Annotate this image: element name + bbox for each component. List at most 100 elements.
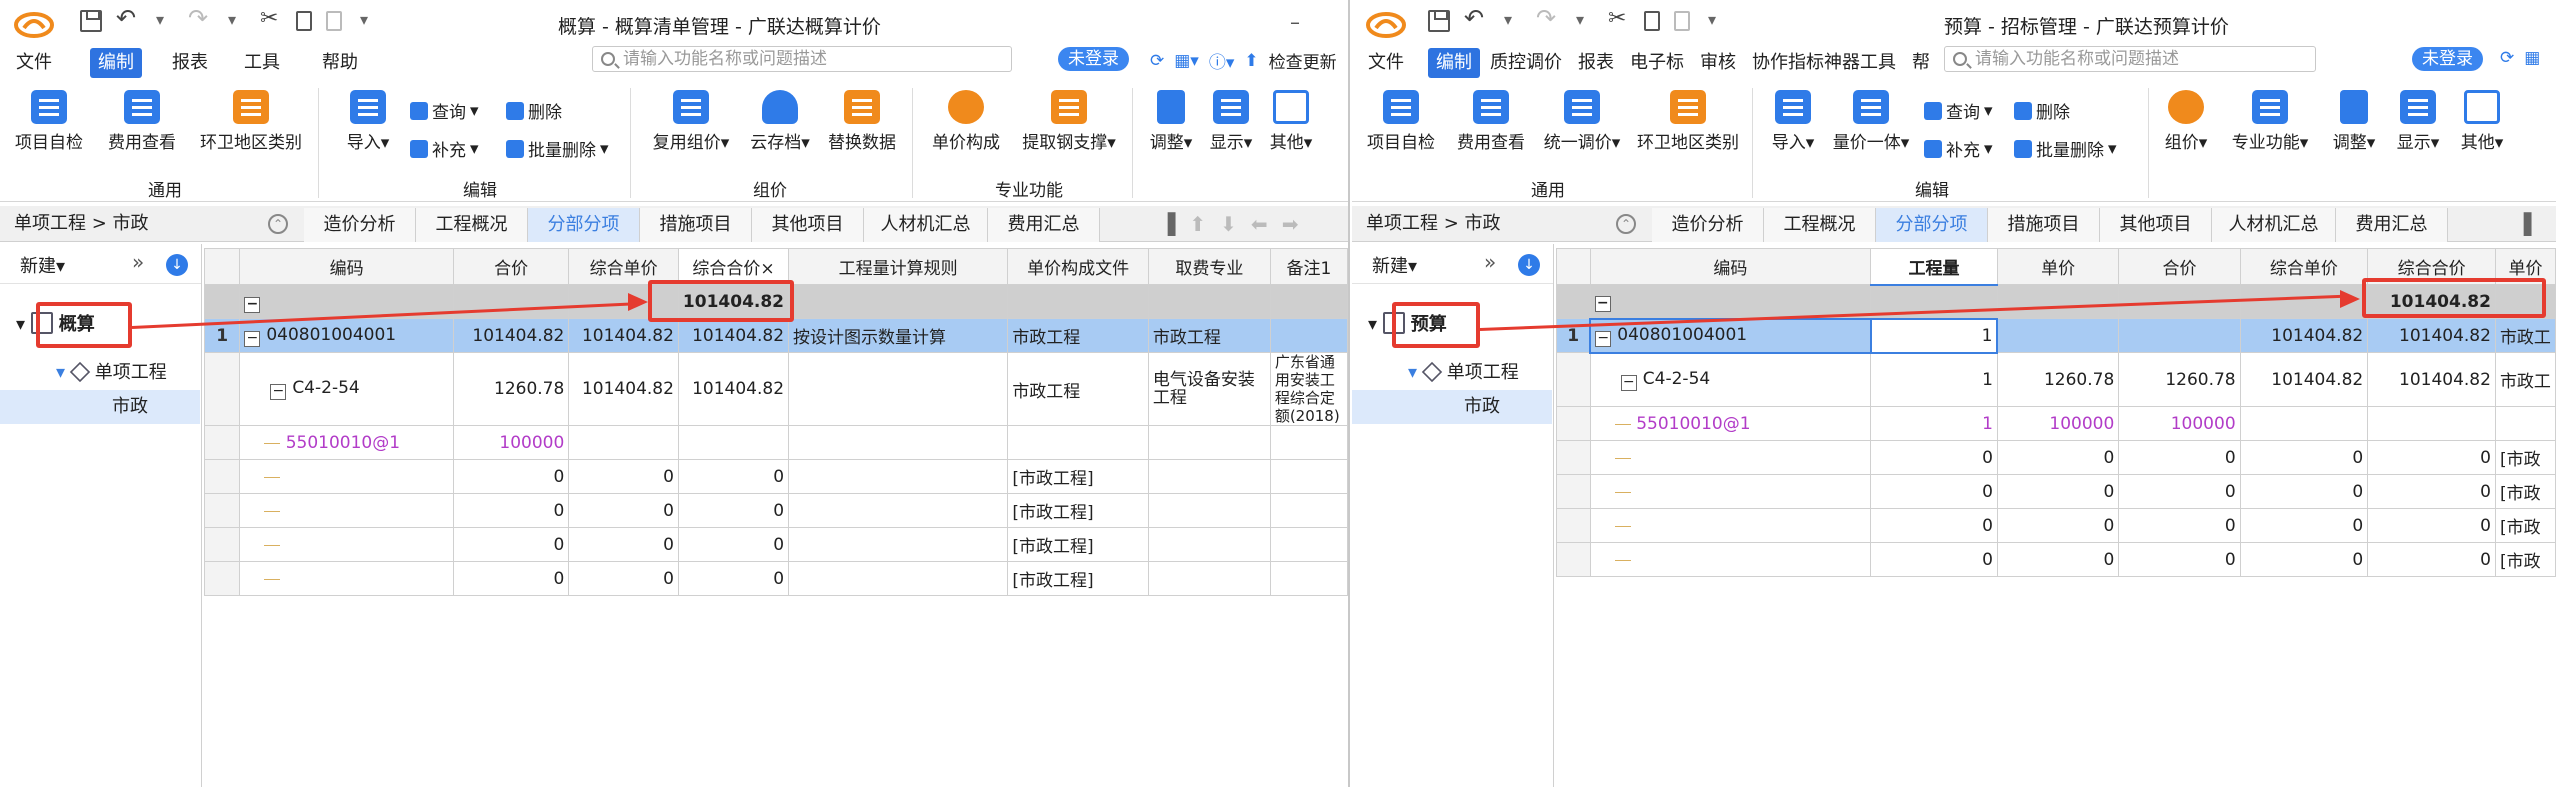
total-cell[interactable]: 101404.82 (453, 318, 570, 353)
customize-icon[interactable] (1704, 10, 1726, 32)
code-cell[interactable]: 55010010@1 (239, 425, 455, 460)
display-button[interactable]: 显示▾ (1206, 90, 1256, 153)
unified-pricing-button[interactable]: 统一调价▾ (1542, 90, 1622, 153)
code-cell[interactable]: − C4-2-54 (239, 352, 455, 426)
tab-sections[interactable]: 分部分项 (528, 208, 640, 242)
unit-file-cell[interactable]: 市政工程 (1007, 318, 1149, 353)
cell[interactable] (677, 425, 790, 460)
code-cell[interactable] (1589, 474, 1872, 509)
comp-total-cell[interactable]: 0 (677, 493, 790, 528)
refresh-icon[interactable]: ⟳ (2500, 48, 2514, 68)
adjust-button[interactable]: 调整▾ (2328, 90, 2380, 153)
expand-icon[interactable]: » (1484, 250, 1496, 274)
cut-icon[interactable] (260, 6, 282, 32)
unit-price-cell[interactable]: 101404.82 (2239, 352, 2369, 407)
rule-cell[interactable] (788, 493, 1009, 528)
quantity-cell[interactable]: 0 (1870, 542, 1998, 577)
tree-node-municipal[interactable]: 市政 (1352, 390, 1552, 424)
unit-file-cell[interactable]: [市政工程] (1007, 527, 1149, 562)
move-right-icon[interactable]: ➡ (1282, 212, 1299, 236)
cell[interactable] (568, 425, 679, 460)
table-row[interactable]: 1 −040801004001 101404.82 101404.82 1014… (203, 318, 1348, 353)
move-down-icon[interactable]: ⬇ (1220, 212, 1237, 236)
tab-other-items[interactable]: 其他项目 (2100, 208, 2212, 242)
total-cell[interactable]: 1260.78 (2118, 352, 2241, 407)
tab-measures[interactable]: 措施项目 (1988, 208, 2100, 242)
code-cell[interactable] (1589, 508, 1872, 543)
info-icon[interactable]: ⓘ▾ (1209, 48, 1235, 73)
menu-help[interactable]: 帮助 (314, 48, 366, 78)
rule-cell[interactable] (788, 352, 1009, 426)
refresh-icon[interactable]: ⟳ (1150, 51, 1164, 71)
login-button[interactable]: 未登录 (2412, 47, 2483, 71)
new-button[interactable]: 新建▾ (20, 252, 65, 278)
menu-file[interactable]: 文件 (1360, 48, 1412, 78)
project-check-button[interactable]: 项目自检 (14, 90, 84, 153)
cell[interactable] (1007, 425, 1149, 460)
cell[interactable] (1269, 561, 1348, 596)
col-unit-price[interactable]: 综合单价 (2239, 248, 2369, 285)
menu-edit[interactable]: 编制 (1428, 48, 1480, 78)
pricing-button[interactable]: 组价▾ (2158, 90, 2214, 153)
save-icon[interactable] (80, 10, 102, 32)
tab-fee-summary[interactable]: 费用汇总 (988, 208, 1100, 242)
unit-file-cell[interactable]: [市政工程] (1007, 561, 1149, 596)
total-cell[interactable]: 0 (2118, 440, 2241, 475)
unit-cell[interactable]: 100000 (1996, 406, 2120, 441)
move-left-icon[interactable]: ⬅ (1251, 212, 1268, 236)
cell[interactable] (1269, 459, 1348, 494)
table-row[interactable]: 0 0 0 [市政工程] (203, 459, 1348, 494)
tab-cost-analysis[interactable]: 造价分析 (1652, 208, 1764, 242)
cell[interactable] (453, 284, 570, 319)
quantity-cell[interactable]: 1 (1870, 352, 1998, 407)
menu-report[interactable]: 报表 (164, 48, 216, 78)
unit-file-cell[interactable]: [市政 (2494, 440, 2556, 475)
code-cell[interactable]: − (1589, 284, 1872, 319)
redo-icon[interactable] (1536, 4, 1558, 32)
undo-icon[interactable] (1464, 4, 1486, 32)
unit-cell[interactable] (1996, 318, 2120, 353)
code-cell[interactable] (1589, 542, 1872, 577)
menu-help[interactable]: 帮助 (1904, 48, 1944, 78)
menu-edit[interactable]: 编制 (90, 48, 142, 78)
unit-price-cell[interactable]: 0 (2239, 440, 2369, 475)
total-cell[interactable]: 0 (453, 493, 570, 528)
collapse-box-icon[interactable]: − (244, 296, 261, 313)
check-update-link[interactable]: 检查更新 (1269, 48, 1337, 73)
tab-materials[interactable]: 人材机汇总 (2212, 208, 2336, 242)
query-button[interactable]: 查询 ▾ (1924, 98, 1993, 123)
unit-cell[interactable]: 0 (1996, 542, 2120, 577)
undo-dropdown-icon[interactable] (152, 10, 174, 32)
display-button[interactable]: 显示▾ (2392, 90, 2444, 153)
tab-fee-summary[interactable]: 费用汇总 (2336, 208, 2448, 242)
code-cell[interactable] (239, 493, 455, 528)
cell[interactable] (788, 284, 1009, 319)
undo-dropdown-icon[interactable] (1500, 10, 1522, 32)
cell[interactable] (1147, 459, 1271, 494)
supplement-button[interactable]: 补充 ▾ (410, 136, 479, 161)
collapse-box-icon[interactable]: − (270, 384, 287, 400)
quantity-cell[interactable]: 0 (1870, 440, 1998, 475)
fee-view-button[interactable]: 费用查看 (1454, 90, 1528, 153)
adjust-button[interactable]: 调整▾ (1146, 90, 1196, 153)
unit-price-cell[interactable]: 0 (568, 527, 679, 562)
note-cell[interactable] (1269, 318, 1348, 353)
code-cell[interactable]: − C4-2-54 (1589, 352, 1872, 407)
table-row[interactable]: 0 0 0 0 0 [市政 (1556, 542, 2556, 577)
reuse-pricing-button[interactable]: 复用组价▾ (648, 90, 734, 153)
comp-total-cell[interactable]: 0 (677, 527, 790, 562)
redo-icon[interactable] (188, 4, 210, 32)
quantity-cell[interactable]: 0 (1870, 474, 1998, 509)
table-row[interactable]: 0 0 0 [市政工程] (203, 493, 1348, 528)
table-row[interactable]: 0 0 0 0 0 [市政 (1556, 474, 2556, 509)
tab-cost-analysis[interactable]: 造价分析 (304, 208, 416, 242)
cell[interactable] (1147, 284, 1271, 319)
delete-button[interactable]: 删除 (506, 98, 562, 123)
table-row[interactable]: 0 0 0 0 0 [市政 (1556, 508, 2556, 543)
batch-delete-button[interactable]: 批量删除 ▾ (2014, 136, 2117, 161)
code-cell[interactable]: 55010010@1 (1589, 406, 1872, 441)
unit-cell[interactable]: 0 (1996, 508, 2120, 543)
total-cell[interactable]: 1260.78 (453, 352, 570, 426)
code-cell[interactable] (1589, 440, 1872, 475)
undo-icon[interactable] (116, 4, 138, 32)
